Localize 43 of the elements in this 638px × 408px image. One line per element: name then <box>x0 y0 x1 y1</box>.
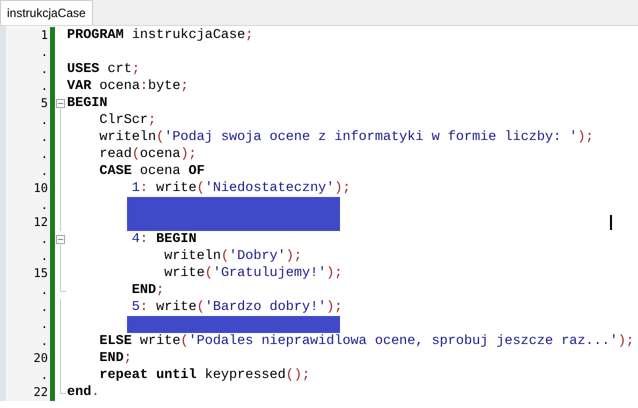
code-line: ClrScr; <box>98 113 156 128</box>
code-line: PROGRAM instrukcjaCase; <box>67 28 254 43</box>
code-line: writeln('Dobry'); <box>163 249 302 264</box>
line-number: . <box>6 299 50 316</box>
editor-tab[interactable]: instrukcjaCase <box>0 0 93 25</box>
code-line: 1: write('Niedostateczny'); <box>130 181 351 196</box>
line-number: 22 <box>6 384 50 401</box>
line-number: . <box>6 146 50 163</box>
line-number: 12 <box>6 214 50 231</box>
code-line: END; <box>130 283 164 298</box>
code-line: end. <box>67 385 100 400</box>
line-number: . <box>6 78 50 95</box>
line-number: . <box>6 316 50 333</box>
line-number: . <box>6 248 50 265</box>
line-number: . <box>6 231 50 248</box>
collapse-icon[interactable] <box>56 235 65 244</box>
code-line: ELSE write('Podales nieprawidlowa ocene, sprobuj jeszcze raz...'); <box>98 334 634 349</box>
code-line: write('Gratulujemy!'); <box>163 266 342 281</box>
line-number: . <box>6 333 50 350</box>
code-line: writeln('Podaj swoja ocene z informatyki w formie liczby: '); <box>98 130 594 145</box>
line-number: 15 <box>6 265 50 282</box>
collapse-icon[interactable] <box>56 99 65 108</box>
line-number: . <box>6 163 50 180</box>
code-line: 5: write('Bardzo dobry!'); <box>130 300 342 315</box>
code-line: BEGIN <box>67 96 108 111</box>
line-number: . <box>6 112 50 129</box>
line-number: . <box>6 61 50 78</box>
code-line: CASE ocena OF <box>98 164 205 179</box>
code-line: END; <box>98 351 132 366</box>
code-line: 4: BEGIN <box>130 232 197 247</box>
code-line: read(ocena); <box>98 147 197 162</box>
line-number: . <box>6 44 50 61</box>
code-line: VAR ocena:byte; <box>67 79 189 94</box>
code-line: repeat until keypressed(); <box>98 368 310 383</box>
code-line: USES crt; <box>67 62 140 77</box>
line-number: . <box>6 197 50 214</box>
line-number: . <box>6 367 50 384</box>
line-number: 5 <box>6 95 50 112</box>
line-number: . <box>6 129 50 146</box>
line-number: 10 <box>6 180 50 197</box>
line-number: 1 <box>6 27 50 44</box>
line-number: 20 <box>6 350 50 367</box>
line-number: . <box>6 282 50 299</box>
